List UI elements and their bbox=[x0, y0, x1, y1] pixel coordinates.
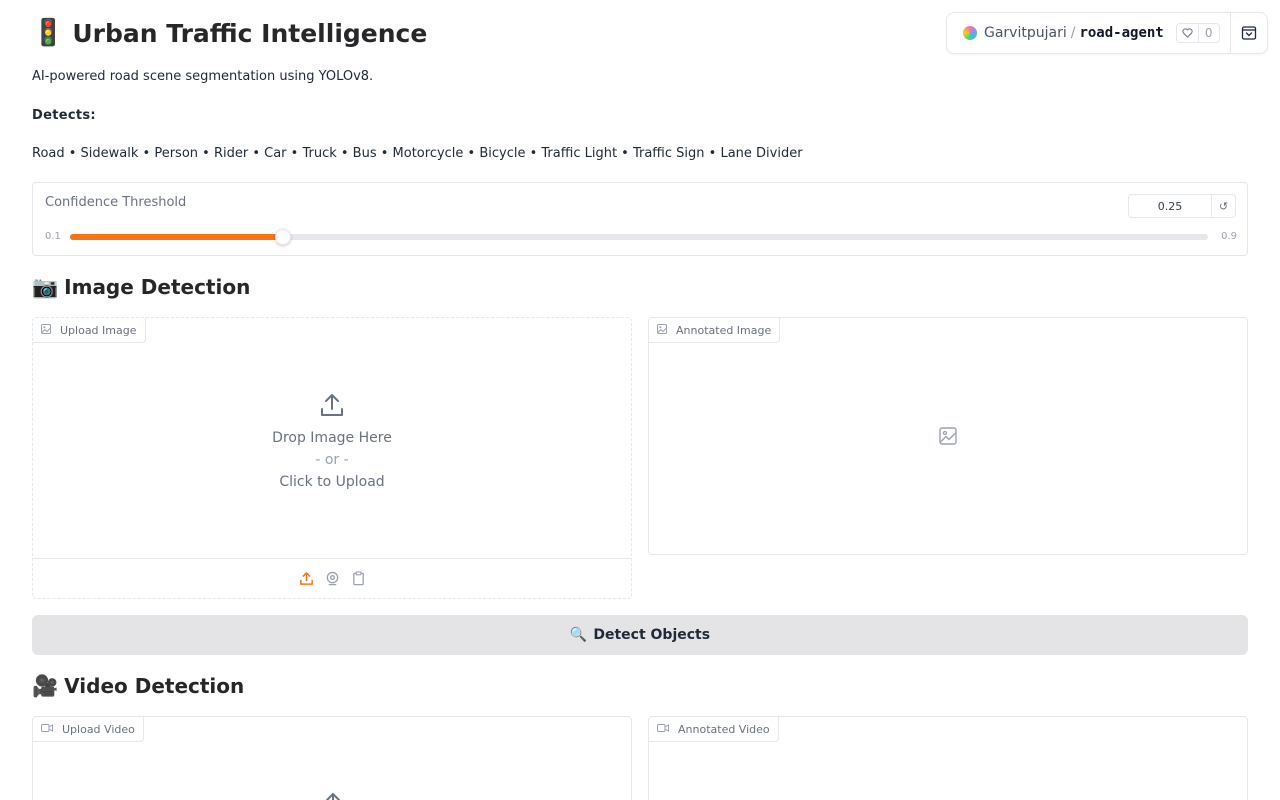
movie-camera-icon: 🎥 bbox=[32, 673, 59, 698]
space-repo-name[interactable]: road-agent bbox=[1079, 25, 1163, 41]
reset-button[interactable]: ↺ bbox=[1211, 194, 1236, 218]
image-upload-panel[interactable]: Upload Image Drop Image Here - or - Clic… bbox=[32, 317, 632, 599]
annotated-image-label: Annotated Image bbox=[676, 323, 772, 337]
image-source-bar bbox=[33, 558, 631, 598]
image-section-heading: 📷 Image Detection bbox=[32, 272, 250, 302]
heart-icon bbox=[1177, 24, 1199, 42]
annotated-video-label: Annotated Video bbox=[678, 722, 770, 736]
drop-or-text: - or - bbox=[315, 452, 349, 468]
image-drop-zone[interactable]: Drop Image Here - or - Click to Upload bbox=[33, 392, 631, 490]
upload-icon bbox=[319, 392, 345, 422]
camera-icon: 📷 bbox=[32, 274, 59, 299]
page-title-text: Urban Traffic Intelligence bbox=[72, 18, 428, 48]
annotated-image-tag: Annotated Image bbox=[649, 318, 781, 343]
slider-track[interactable] bbox=[70, 229, 1208, 245]
detects-label: Detects: bbox=[32, 108, 96, 123]
annotated-video-tag: Annotated Video bbox=[649, 717, 779, 742]
detect-objects-button[interactable]: 🔍 Detect Objects bbox=[32, 615, 1248, 655]
detect-objects-label: Detect Objects bbox=[593, 627, 711, 643]
slider-label: Confidence Threshold bbox=[45, 195, 187, 210]
hf-space-badge[interactable]: Garvitpujari / road-agent 0 bbox=[946, 12, 1268, 54]
slider-min-label: 0.1 bbox=[45, 231, 61, 242]
like-button[interactable]: 0 bbox=[1175, 23, 1220, 43]
clipboard-icon[interactable] bbox=[350, 571, 366, 587]
detects-list: Road • Sidewalk • Person • Rider • Car •… bbox=[32, 146, 803, 161]
upload-icon bbox=[320, 791, 346, 800]
upload-video-label: Upload Video bbox=[62, 722, 135, 736]
upload-image-tag: Upload Image bbox=[33, 318, 146, 343]
traffic-light-icon: 🚦 bbox=[32, 18, 65, 48]
slider-thumb[interactable] bbox=[275, 229, 292, 245]
video-section-heading: 🎥 Video Detection bbox=[32, 671, 244, 701]
upload-image-label: Upload Image bbox=[60, 323, 137, 337]
reset-icon: ↺ bbox=[1218, 199, 1229, 213]
slider-fill bbox=[70, 234, 284, 240]
search-icon: 🔍 bbox=[569, 627, 588, 643]
like-count: 0 bbox=[1204, 26, 1213, 40]
page-subtitle: AI-powered road scene segmentation using… bbox=[32, 69, 374, 84]
image-icon bbox=[41, 323, 51, 337]
image-placeholder-icon bbox=[939, 427, 957, 449]
space-owner[interactable]: Garvitpujari bbox=[984, 25, 1067, 41]
annotated-video-panel: Annotated Video bbox=[648, 716, 1248, 800]
image-section-title: Image Detection bbox=[64, 275, 251, 299]
collapse-icon[interactable] bbox=[1231, 13, 1267, 53]
confidence-number-input[interactable]: 0.25 bbox=[1128, 194, 1212, 218]
video-upload-panel[interactable]: Upload Video bbox=[32, 716, 632, 800]
annotated-image-panel: Annotated Image bbox=[648, 317, 1248, 555]
video-icon bbox=[41, 723, 53, 736]
upload-icon[interactable] bbox=[298, 571, 314, 587]
space-avatar bbox=[963, 26, 977, 40]
slider-max-label: 0.9 bbox=[1221, 231, 1237, 242]
video-icon bbox=[657, 723, 669, 736]
webcam-icon[interactable] bbox=[324, 571, 340, 587]
video-section-title: Video Detection bbox=[64, 674, 245, 698]
upload-video-tag: Upload Video bbox=[33, 717, 144, 742]
drop-image-text: Drop Image Here bbox=[272, 430, 392, 446]
click-to-upload-text: Click to Upload bbox=[279, 474, 385, 490]
page-title: 🚦 Urban Traffic Intelligence bbox=[32, 16, 427, 50]
confidence-slider-panel: Confidence Threshold 0.25 ↺ 0.1 0.9 bbox=[32, 182, 1248, 256]
image-icon bbox=[657, 323, 667, 337]
space-separator: / bbox=[1070, 25, 1076, 41]
